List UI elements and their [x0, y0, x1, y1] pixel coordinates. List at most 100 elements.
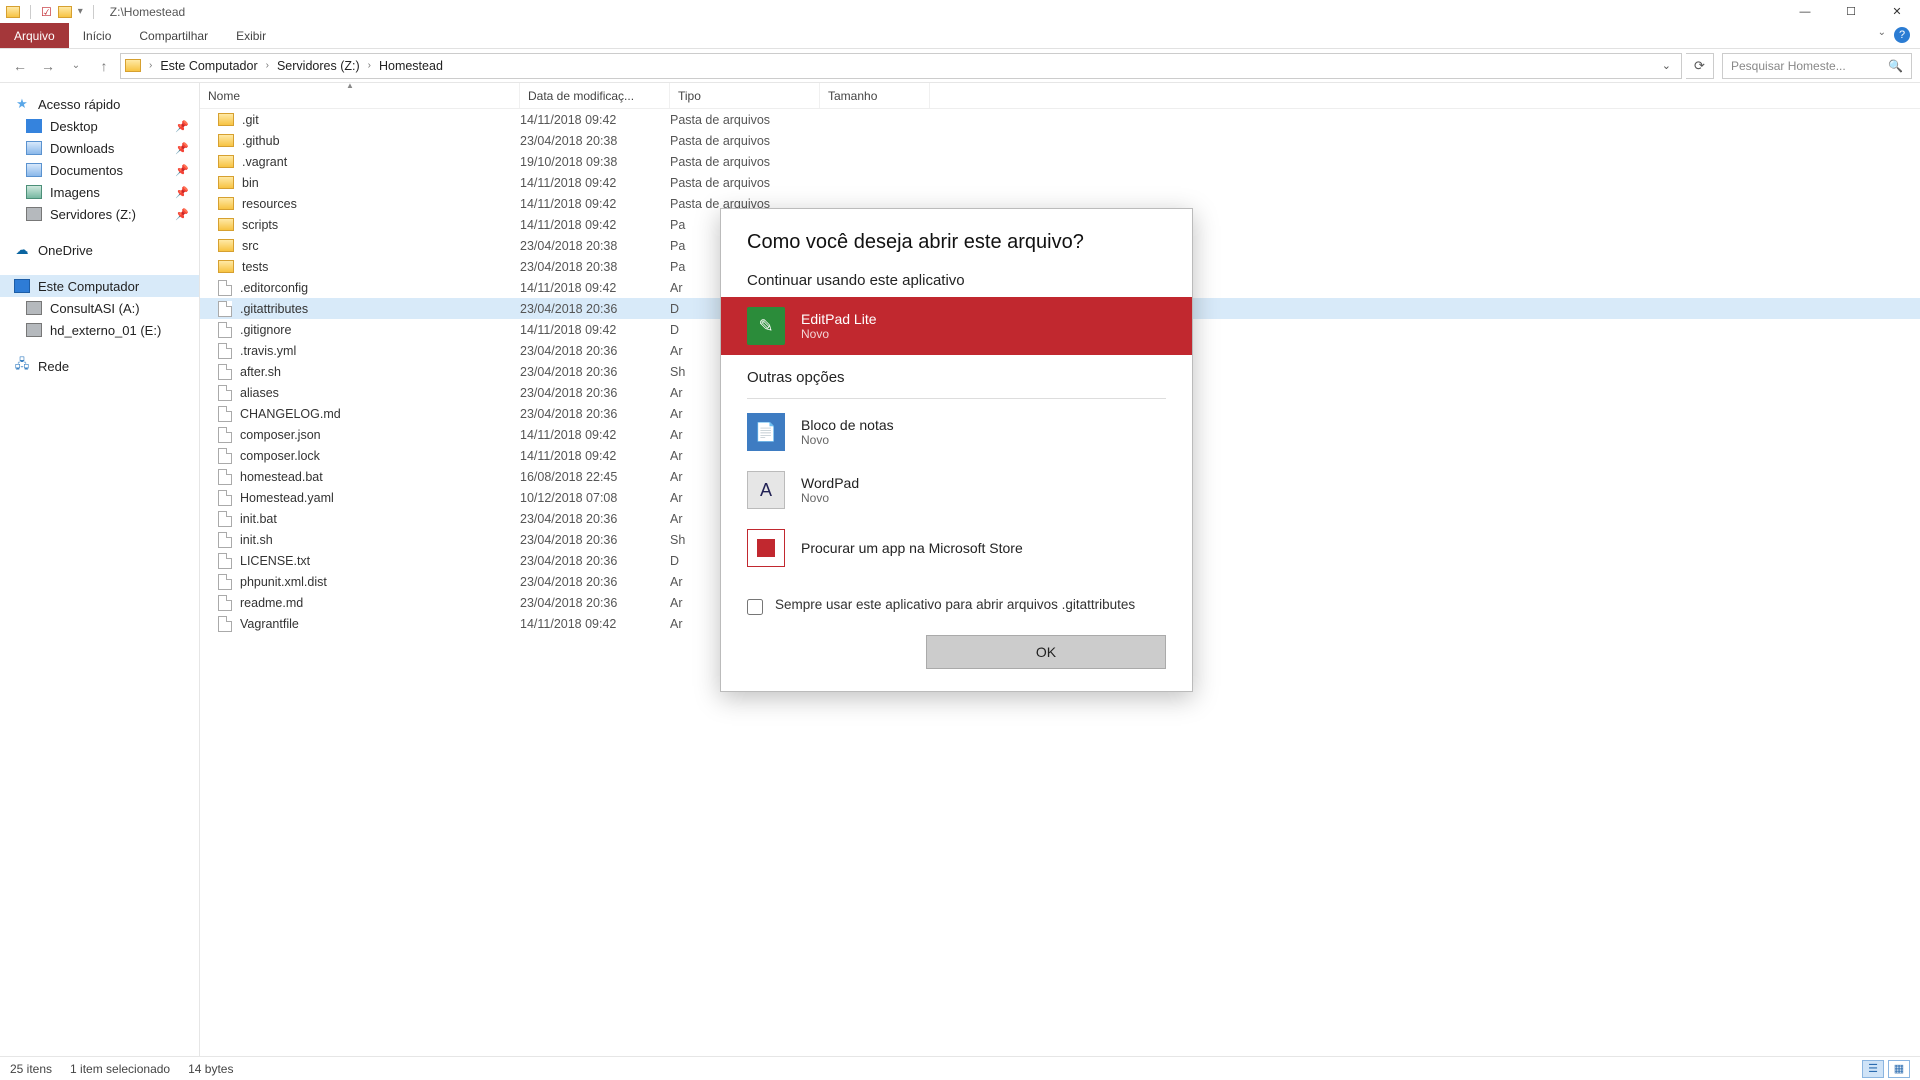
column-type[interactable]: Tipo — [670, 83, 820, 108]
file-name: aliases — [240, 386, 279, 400]
dialog-title: Como você deseja abrir este arquivo? — [721, 209, 1192, 268]
file-row[interactable]: .git14/11/2018 09:42Pasta de arquivos — [200, 109, 1920, 130]
file-date: 16/08/2018 22:45 — [520, 470, 670, 484]
file-icon — [218, 448, 232, 464]
file-date: 19/10/2018 09:38 — [520, 155, 670, 169]
help-icon[interactable]: ? — [1894, 27, 1910, 43]
breadcrumb[interactable]: › Este Computador › Servidores (Z:) › Ho… — [120, 53, 1682, 79]
search-input[interactable]: Pesquisar Homeste... 🔍 — [1722, 53, 1912, 79]
file-name: homestead.bat — [240, 470, 323, 484]
folder-icon — [6, 6, 20, 18]
tab-share[interactable]: Compartilhar — [125, 23, 222, 48]
sidebar-network[interactable]: 🖧Rede — [0, 355, 199, 377]
view-large-button[interactable]: ▦ — [1888, 1060, 1910, 1078]
sidebar-item-images[interactable]: Imagens📌 — [0, 181, 199, 203]
file-icon — [218, 406, 232, 422]
close-button[interactable]: ✕ — [1874, 0, 1920, 23]
notepad-icon: 📄 — [747, 413, 785, 451]
file-date: 23/04/2018 20:36 — [520, 575, 670, 589]
expand-ribbon-icon[interactable]: ⌄ — [1878, 27, 1886, 38]
pin-icon: 📌 — [175, 142, 189, 155]
column-size[interactable]: Tamanho — [820, 83, 930, 108]
breadcrumb-item[interactable]: Homestead — [375, 59, 447, 73]
file-row[interactable]: .vagrant19/10/2018 09:38Pasta de arquivo… — [200, 151, 1920, 172]
file-icon — [218, 616, 232, 632]
always-use-label: Sempre usar este aplicativo para abrir a… — [775, 597, 1135, 612]
tab-view[interactable]: Exibir — [222, 23, 280, 48]
sidebar-item-documents[interactable]: Documentos📌 — [0, 159, 199, 181]
always-use-checkbox[interactable] — [747, 599, 763, 615]
pin-icon: 📌 — [175, 208, 189, 221]
file-icon — [218, 364, 232, 380]
up-button[interactable]: ↑ — [92, 54, 116, 78]
folder-icon — [218, 260, 234, 273]
dialog-other-label: Outras opções — [721, 355, 1192, 394]
app-name: Bloco de notas — [801, 417, 894, 433]
file-date: 23/04/2018 20:36 — [520, 365, 670, 379]
breadcrumb-item[interactable]: Servidores (Z:) — [273, 59, 364, 73]
folder-icon — [218, 218, 234, 231]
file-date: 10/12/2018 07:08 — [520, 491, 670, 505]
file-date: 23/04/2018 20:38 — [520, 260, 670, 274]
column-date[interactable]: Data de modificaç... — [520, 83, 670, 108]
status-selected: 1 item selecionado — [70, 1062, 170, 1076]
search-placeholder: Pesquisar Homeste... — [1731, 59, 1846, 73]
file-icon — [218, 385, 232, 401]
tab-home[interactable]: Início — [69, 23, 126, 48]
chevron-right-icon: › — [149, 60, 152, 71]
sidebar-quick-access[interactable]: ★Acesso rápido — [0, 93, 199, 115]
breadcrumb-dropdown[interactable]: ⌄ — [1662, 59, 1677, 72]
app-option-notepad[interactable]: 📄 Bloco de notas Novo — [721, 403, 1192, 461]
sidebar-drive-e[interactable]: hd_externo_01 (E:) — [0, 319, 199, 341]
file-icon — [218, 574, 232, 590]
ribbon-tabs: Arquivo Início Compartilhar Exibir ⌄ ? — [0, 23, 1920, 49]
maximize-button[interactable]: ☐ — [1828, 0, 1874, 23]
file-date: 23/04/2018 20:38 — [520, 134, 670, 148]
file-name: src — [242, 239, 259, 253]
file-date: 23/04/2018 20:36 — [520, 533, 670, 547]
app-option-store[interactable]: Procurar um app na Microsoft Store — [721, 519, 1192, 577]
file-name: CHANGELOG.md — [240, 407, 341, 421]
column-headers: Nome▲ Data de modificaç... Tipo Tamanho — [200, 83, 1920, 109]
history-dropdown[interactable]: ⌄ — [64, 54, 88, 78]
file-date: 14/11/2018 09:42 — [520, 281, 670, 295]
file-date: 14/11/2018 09:42 — [520, 218, 670, 232]
file-date: 14/11/2018 09:42 — [520, 113, 670, 127]
file-date: 23/04/2018 20:36 — [520, 554, 670, 568]
tab-file[interactable]: Arquivo — [0, 23, 69, 48]
app-option-editpad[interactable]: ✎ EditPad Lite Novo — [721, 297, 1192, 355]
app-sublabel: Novo — [801, 433, 894, 447]
view-details-button[interactable]: ☰ — [1862, 1060, 1884, 1078]
file-icon — [218, 553, 232, 569]
refresh-button[interactable]: ⟳ — [1686, 53, 1714, 79]
file-row[interactable]: .github23/04/2018 20:38Pasta de arquivos — [200, 130, 1920, 151]
minimize-button[interactable]: — — [1782, 0, 1828, 23]
pin-icon: 📌 — [175, 186, 189, 199]
back-button[interactable]: ← — [8, 54, 32, 78]
sidebar-item-downloads[interactable]: Downloads📌 — [0, 137, 199, 159]
sidebar-thispc[interactable]: Este Computador — [0, 275, 199, 297]
breadcrumb-item[interactable]: Este Computador — [156, 59, 261, 73]
sidebar-item-servers[interactable]: Servidores (Z:)📌 — [0, 203, 199, 225]
folder-icon — [125, 59, 141, 72]
qat-checkbox-icon[interactable]: ☑ — [41, 5, 52, 19]
file-date: 14/11/2018 09:42 — [520, 197, 670, 211]
folder-icon — [218, 239, 234, 252]
app-option-wordpad[interactable]: A WordPad Novo — [721, 461, 1192, 519]
file-icon — [218, 343, 232, 359]
ok-button[interactable]: OK — [926, 635, 1166, 669]
column-name[interactable]: Nome▲ — [200, 83, 520, 108]
file-row[interactable]: bin14/11/2018 09:42Pasta de arquivos — [200, 172, 1920, 193]
file-date: 23/04/2018 20:36 — [520, 302, 670, 316]
sidebar-drive-a[interactable]: ConsultASI (A:) — [0, 297, 199, 319]
sidebar-onedrive[interactable]: ☁OneDrive — [0, 239, 199, 261]
app-sublabel: Novo — [801, 491, 859, 505]
file-type: Pasta de arquivos — [670, 176, 820, 190]
file-name: after.sh — [240, 365, 281, 379]
navbar: ← → ⌄ ↑ › Este Computador › Servidores (… — [0, 49, 1920, 83]
file-icon — [218, 280, 232, 296]
forward-button[interactable]: → — [36, 54, 60, 78]
file-name: Vagrantfile — [240, 617, 299, 631]
sidebar-item-desktop[interactable]: Desktop📌 — [0, 115, 199, 137]
file-type: Pasta de arquivos — [670, 155, 820, 169]
